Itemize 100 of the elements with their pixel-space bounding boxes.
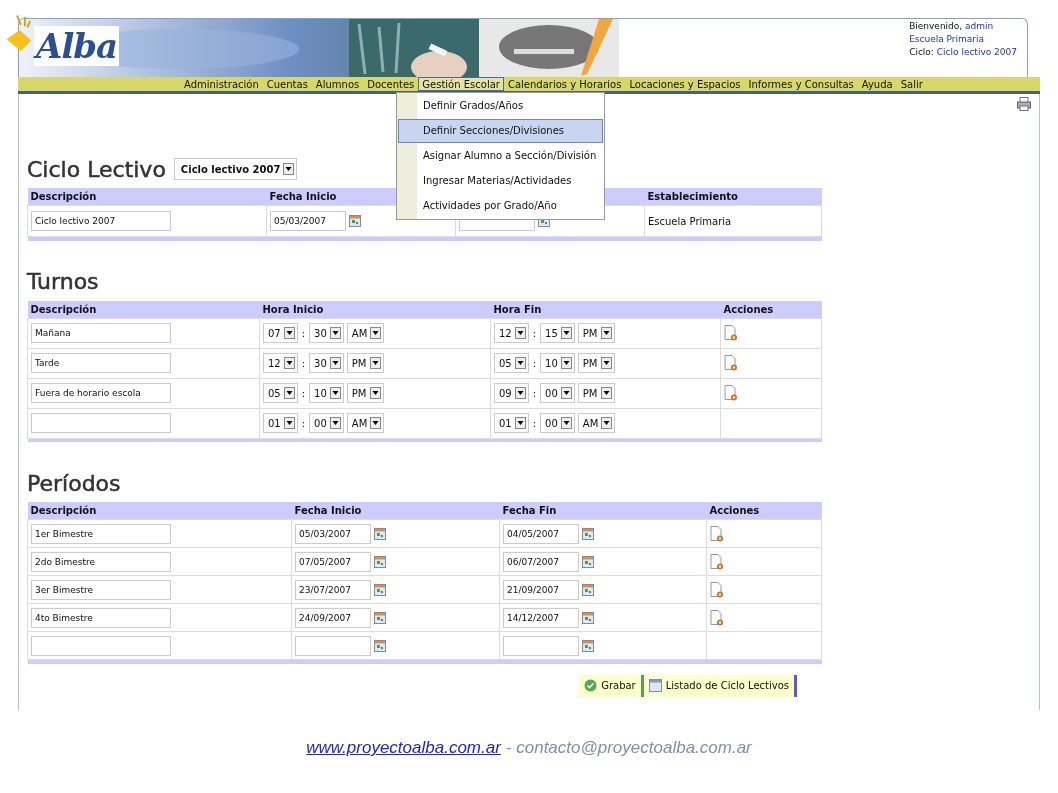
menu-item[interactable]: Administración — [180, 77, 263, 91]
description-field[interactable]: Fuera de horario escola — [31, 383, 171, 403]
column-header: Fecha Inicio — [294, 505, 362, 516]
caret-icon — [600, 357, 612, 369]
calendar-icon — [374, 639, 386, 652]
hour-select[interactable]: 12 — [494, 323, 529, 343]
description-field[interactable]: Ciclo lectivo 2007 — [31, 211, 171, 231]
menu-item[interactable]: Gestión Escolar — [418, 77, 504, 91]
colon-text: : — [531, 417, 538, 429]
menu-item[interactable]: Actividades por Grado/Año — [398, 194, 604, 218]
column-header: Establecimiento — [647, 191, 738, 202]
user-link[interactable]: admin — [965, 21, 994, 31]
menu-item[interactable]: Docentes — [363, 77, 419, 91]
welcome-text: Bienvenido, — [909, 21, 963, 31]
delete-document-icon[interactable] — [710, 609, 724, 626]
minute-select[interactable]: 00 — [540, 383, 575, 403]
delete-document-icon[interactable] — [710, 581, 724, 598]
description-field[interactable]: 2do Bimestre — [31, 551, 171, 572]
menu-item[interactable]: Asignar Alumno a Sección/División — [398, 144, 604, 168]
caret-icon — [329, 417, 341, 429]
menu-item[interactable]: Cuentas — [262, 77, 312, 91]
menu-item[interactable]: Alumnos — [311, 77, 364, 91]
caret-icon — [283, 357, 295, 369]
calendar-icon — [582, 639, 594, 652]
school-link[interactable]: Escuela Primaria — [909, 34, 1017, 44]
minute-select[interactable]: 00 — [309, 413, 344, 433]
date-field[interactable]: 24/09/2007 — [295, 607, 371, 628]
date-field[interactable]: 06/07/2007 — [503, 551, 579, 572]
delete-document-icon[interactable] — [710, 525, 724, 542]
colon-text: : — [531, 327, 538, 339]
ampm-select[interactable]: PM — [346, 353, 384, 373]
menu-item[interactable]: Ingresar Materias/Actividades — [398, 169, 604, 193]
minute-select[interactable]: 30 — [309, 353, 344, 373]
caret-icon — [514, 387, 526, 399]
description-field[interactable]: 4to Bimestre — [31, 607, 171, 628]
date-field[interactable]: 23/07/2007 — [295, 579, 371, 600]
printer-icon — [1017, 96, 1031, 112]
minute-select[interactable]: 00 — [540, 413, 575, 433]
date-field[interactable]: 05/03/2007 — [270, 211, 346, 231]
ampm-select[interactable]: PM — [577, 353, 615, 373]
menu-item[interactable]: Definir Grados/Años — [398, 94, 604, 118]
caret-icon — [514, 327, 526, 339]
ampm-select[interactable]: PM — [577, 383, 615, 403]
hour-select[interactable]: 07 — [263, 323, 298, 343]
hour-select[interactable]: 12 — [263, 353, 298, 373]
minute-select[interactable]: 30 — [309, 323, 344, 343]
cycle-link[interactable]: Ciclo lectivo 2007 — [936, 47, 1017, 57]
minute-select[interactable]: 10 — [540, 353, 575, 373]
date-field[interactable]: 07/05/2007 — [295, 551, 371, 572]
description-field[interactable]: 1er Bimestre — [31, 523, 171, 544]
caret-icon — [601, 417, 613, 429]
menu-item[interactable]: Informes y Consultas — [744, 77, 858, 91]
list-button[interactable]: Listado de Ciclo Lectivos — [643, 674, 797, 697]
date-field[interactable]: 14/12/2007 — [503, 607, 579, 628]
ampm-select[interactable]: AM — [346, 323, 385, 343]
ampm-select[interactable]: PM — [577, 323, 615, 343]
description-field[interactable]: Tarde — [31, 353, 171, 373]
description-field[interactable]: Mañana — [31, 323, 171, 343]
calendar-icon — [349, 215, 361, 227]
date-field[interactable]: 05/03/2007 — [295, 523, 371, 544]
caret-icon — [514, 357, 526, 369]
hour-select[interactable]: 01 — [263, 413, 298, 433]
colon-text: : — [300, 417, 307, 429]
colon-text: : — [300, 387, 307, 399]
delete-document-icon[interactable] — [710, 553, 724, 570]
delete-document-icon[interactable] — [724, 325, 738, 341]
calendar-icon — [582, 611, 594, 624]
cycle-select[interactable]: Ciclo lectivo 2007 — [173, 158, 298, 180]
calendar-icon — [582, 527, 594, 540]
ampm-select[interactable]: AM — [577, 413, 616, 433]
hour-select[interactable]: 01 — [494, 413, 529, 433]
menu-item[interactable]: Locaciones y Espacios — [625, 77, 745, 91]
delete-document-icon[interactable] — [724, 385, 738, 401]
date-field[interactable]: 21/09/2007 — [503, 579, 579, 600]
menu-item[interactable]: Salir — [896, 77, 927, 91]
hour-select[interactable]: 05 — [263, 383, 298, 403]
delete-document-icon[interactable] — [724, 355, 738, 371]
website-link[interactable]: www.proyectoalba.com.ar — [306, 738, 501, 758]
column-header: Acciones — [723, 303, 774, 315]
hour-select[interactable]: 09 — [494, 383, 529, 403]
ampm-select[interactable]: AM — [346, 413, 385, 433]
caret-icon — [514, 417, 526, 429]
column-header: Fecha Fin — [502, 505, 557, 516]
description-field[interactable] — [31, 635, 171, 656]
column-header: Hora Fin — [493, 303, 542, 315]
description-field[interactable]: 3er Bimestre — [31, 579, 171, 600]
column-header: Fecha Inicio — [269, 191, 337, 202]
date-field[interactable] — [295, 635, 371, 656]
menu-item[interactable]: Calendarios y Horarios — [503, 77, 626, 91]
description-field[interactable] — [31, 413, 171, 433]
ampm-select[interactable]: PM — [346, 383, 384, 403]
menu-item[interactable]: Ayuda — [857, 77, 897, 91]
minute-select[interactable]: 10 — [309, 383, 344, 403]
minute-select[interactable]: 15 — [540, 323, 575, 343]
date-field[interactable]: 04/05/2007 — [503, 523, 579, 544]
window-icon — [648, 679, 662, 692]
save-button[interactable]: Grabar — [579, 674, 644, 697]
hour-select[interactable]: 05 — [494, 353, 529, 373]
menu-item[interactable]: Definir Secciones/Divisiones — [398, 119, 604, 143]
date-field[interactable] — [503, 635, 579, 656]
